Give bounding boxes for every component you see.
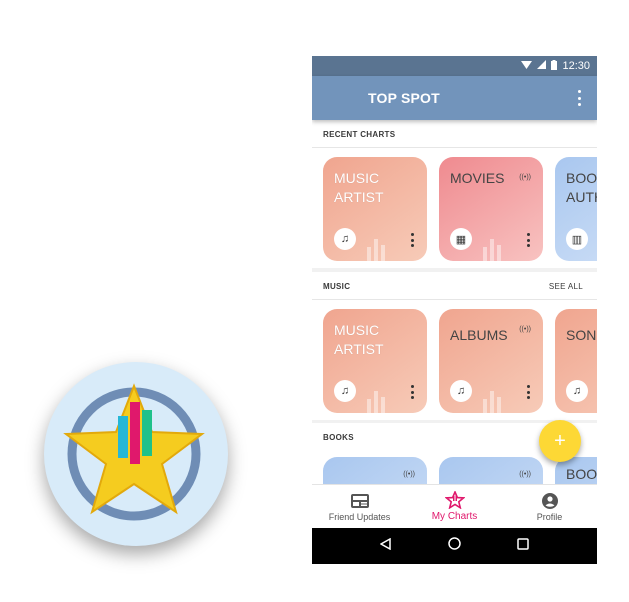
section-title: MUSIC <box>323 282 351 291</box>
chart-card-book-author[interactable]: BOOK AUTH ▥ <box>555 157 597 261</box>
recents-icon[interactable] <box>517 537 529 555</box>
wifi-icon <box>521 60 533 72</box>
card-label: MUSIC ARTIST <box>334 322 384 357</box>
back-icon[interactable] <box>379 537 392 555</box>
battery-icon <box>551 59 558 73</box>
signal-icon <box>537 60 547 72</box>
chart-card-songs[interactable]: SONG ♫ <box>555 309 597 413</box>
bars-decoration-icon <box>367 235 393 261</box>
chart-card-music-artist[interactable]: MUSIC ARTIST ♫ <box>323 309 427 413</box>
music-note-icon: ♫ <box>450 380 472 402</box>
music-note-icon: ♫ <box>334 228 356 250</box>
card-menu-icon[interactable] <box>409 233 415 247</box>
chart-card-albums[interactable]: ALBUMS ((•)) ♫ <box>439 309 543 413</box>
section-music: MUSIC SEE ALL MUSIC ARTIST ♫ ALBUMS ((•)… <box>312 272 597 420</box>
section-title: BOOKS <box>323 433 354 442</box>
film-icon: ▦ <box>450 228 472 250</box>
system-navigation-bar <box>312 528 597 564</box>
card-label: MUSIC ARTIST <box>334 170 384 205</box>
nav-friend-updates[interactable]: Friend Updates <box>312 485 407 528</box>
status-time: 12:30 <box>562 60 590 72</box>
nav-profile[interactable]: Profile <box>502 485 597 528</box>
nav-label: Friend Updates <box>328 511 391 522</box>
music-note-icon: ♫ <box>334 380 356 402</box>
app-title: TOP SPOT <box>368 90 440 106</box>
bottom-navigation: Friend Updates My Charts Profile <box>312 484 597 528</box>
status-bar: 12:30 <box>312 56 597 76</box>
book-icon: ▥ <box>566 228 588 250</box>
chart-card-book-1[interactable]: ((•)) <box>323 457 427 484</box>
live-broadcast-icon: ((•)) <box>519 326 531 333</box>
home-icon[interactable] <box>448 537 461 555</box>
music-note-icon: ♫ <box>566 380 588 402</box>
card-menu-icon[interactable] <box>409 385 415 399</box>
account-circle-icon <box>541 492 558 510</box>
app-logo-icon <box>44 362 228 546</box>
chart-card-music-artist[interactable]: MUSIC ARTIST ♫ <box>323 157 427 261</box>
section-title: RECENT CHARTS <box>323 130 396 139</box>
phone-screen: 12:30 TOP SPOT RECENT CHARTS MUSIC ARTIS… <box>312 56 597 564</box>
app-bar: TOP SPOT <box>312 76 597 120</box>
live-broadcast-icon: ((•)) <box>519 174 531 181</box>
chart-card-book-2[interactable]: ((•)) <box>439 457 543 484</box>
card-label: BOOK AUTH <box>566 170 597 205</box>
bars-decoration-icon <box>483 235 509 261</box>
card-label: MOVIES <box>450 170 505 186</box>
overflow-menu-icon[interactable] <box>571 88 587 108</box>
card-menu-icon[interactable] <box>525 385 531 399</box>
add-chart-fab[interactable]: + <box>539 420 581 462</box>
see-all-link[interactable]: SEE ALL <box>549 282 583 291</box>
nav-label: Profile <box>536 511 563 522</box>
nav-my-charts[interactable]: My Charts <box>407 485 502 528</box>
card-label: ALBUMS <box>450 327 508 343</box>
star-chart-icon <box>444 491 465 509</box>
section-recent-charts: RECENT CHARTS MUSIC ARTIST ♫ MOVIES ((•)… <box>312 120 597 268</box>
card-label: SONG <box>566 327 597 343</box>
bars-decoration-icon <box>367 387 393 413</box>
bars-decoration-icon <box>483 387 509 413</box>
news-feed-icon <box>350 492 369 510</box>
live-broadcast-icon: ((•)) <box>519 471 531 478</box>
card-label: BOOK <box>566 466 597 482</box>
card-menu-icon[interactable] <box>525 233 531 247</box>
chart-card-movies[interactable]: MOVIES ((•)) ▦ <box>439 157 543 261</box>
live-broadcast-icon: ((•)) <box>403 471 415 478</box>
nav-label: My Charts <box>431 511 478 522</box>
